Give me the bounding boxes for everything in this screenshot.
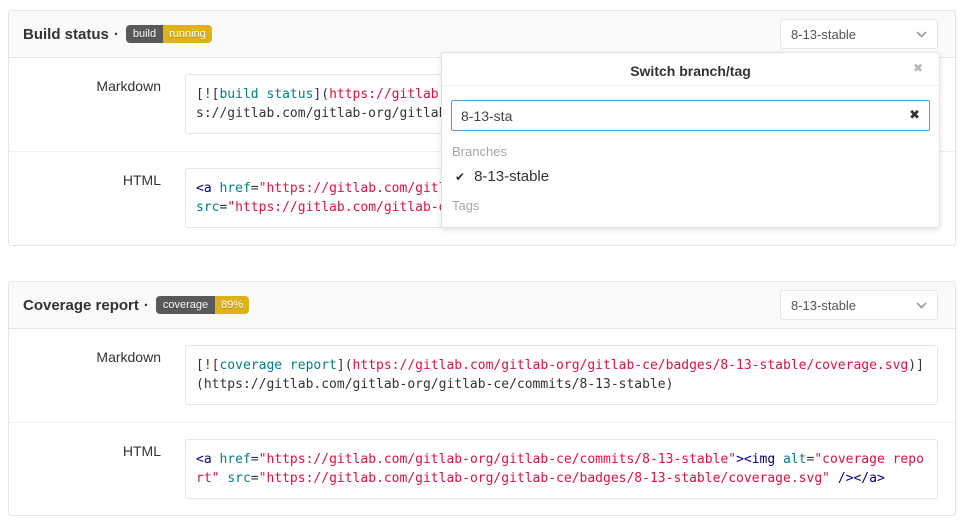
popup-groups: Branches ✔ 8-13-stable Tags — [442, 144, 939, 213]
row-label: HTML — [9, 439, 161, 499]
branch-dropdown-value: 8-13-stable — [791, 298, 856, 313]
html-code-box[interactable]: <a href="https://gitlab.com/gitlab-org/g… — [185, 439, 938, 499]
branch-dropdown-toggle[interactable]: 8-13-stable — [780, 290, 938, 320]
switch-branch-popup: Switch branch/tag ✖ ✖ Branches ✔ 8-13-st… — [441, 52, 940, 228]
chevron-down-icon — [916, 302, 927, 309]
build-status-badge: build running — [126, 25, 212, 43]
coverage-report-panel: Coverage report · coverage 89% 8-13-stab… — [8, 281, 956, 516]
branches-group-header: Branches — [452, 144, 929, 159]
chevron-down-icon — [916, 31, 927, 38]
row-label: Markdown — [9, 74, 161, 134]
panel-body: Markdown [![coverage report](https://git… — [9, 329, 955, 516]
branch-search: ✖ — [451, 100, 930, 131]
title-separator: · — [144, 297, 149, 314]
panel-title: Build status — [23, 26, 109, 43]
branch-item-label: 8-13-stable — [474, 168, 549, 185]
badge-value: 89% — [215, 296, 249, 314]
check-icon: ✔ — [455, 170, 465, 184]
markdown-row: Markdown [![coverage report](https://git… — [9, 329, 955, 422]
coverage-report-panel-heading: Coverage report · coverage 89% 8-13-stab… — [9, 282, 955, 329]
branch-item-8-13-stable[interactable]: ✔ 8-13-stable — [452, 168, 929, 185]
popup-title: Switch branch/tag — [442, 53, 939, 79]
tags-group-header: Tags — [452, 198, 929, 213]
branch-dropdown-value: 8-13-stable — [791, 27, 856, 42]
html-row: HTML <a href="https://gitlab.com/gitlab-… — [9, 422, 955, 516]
row-label: HTML — [9, 168, 161, 228]
row-label: Markdown — [9, 345, 161, 405]
badge-value: running — [163, 25, 212, 43]
title-separator: · — [114, 26, 119, 43]
badges-settings-page: Build status · build running 8-13-stable… — [0, 0, 964, 523]
badge-label: coverage — [156, 296, 215, 314]
close-icon[interactable]: ✖ — [913, 62, 923, 74]
coverage-badge: coverage 89% — [156, 296, 249, 314]
clear-search-icon[interactable]: ✖ — [909, 108, 920, 121]
branch-dropdown-toggle[interactable]: 8-13-stable — [780, 19, 938, 49]
panel-title: Coverage report — [23, 297, 139, 314]
markdown-code-box[interactable]: [![coverage report](https://gitlab.com/g… — [185, 345, 938, 405]
build-status-panel-heading: Build status · build running 8-13-stable — [9, 11, 955, 58]
badge-label: build — [126, 25, 163, 43]
branch-search-input[interactable] — [451, 100, 930, 131]
popup-titlebar: Switch branch/tag ✖ — [442, 53, 939, 86]
